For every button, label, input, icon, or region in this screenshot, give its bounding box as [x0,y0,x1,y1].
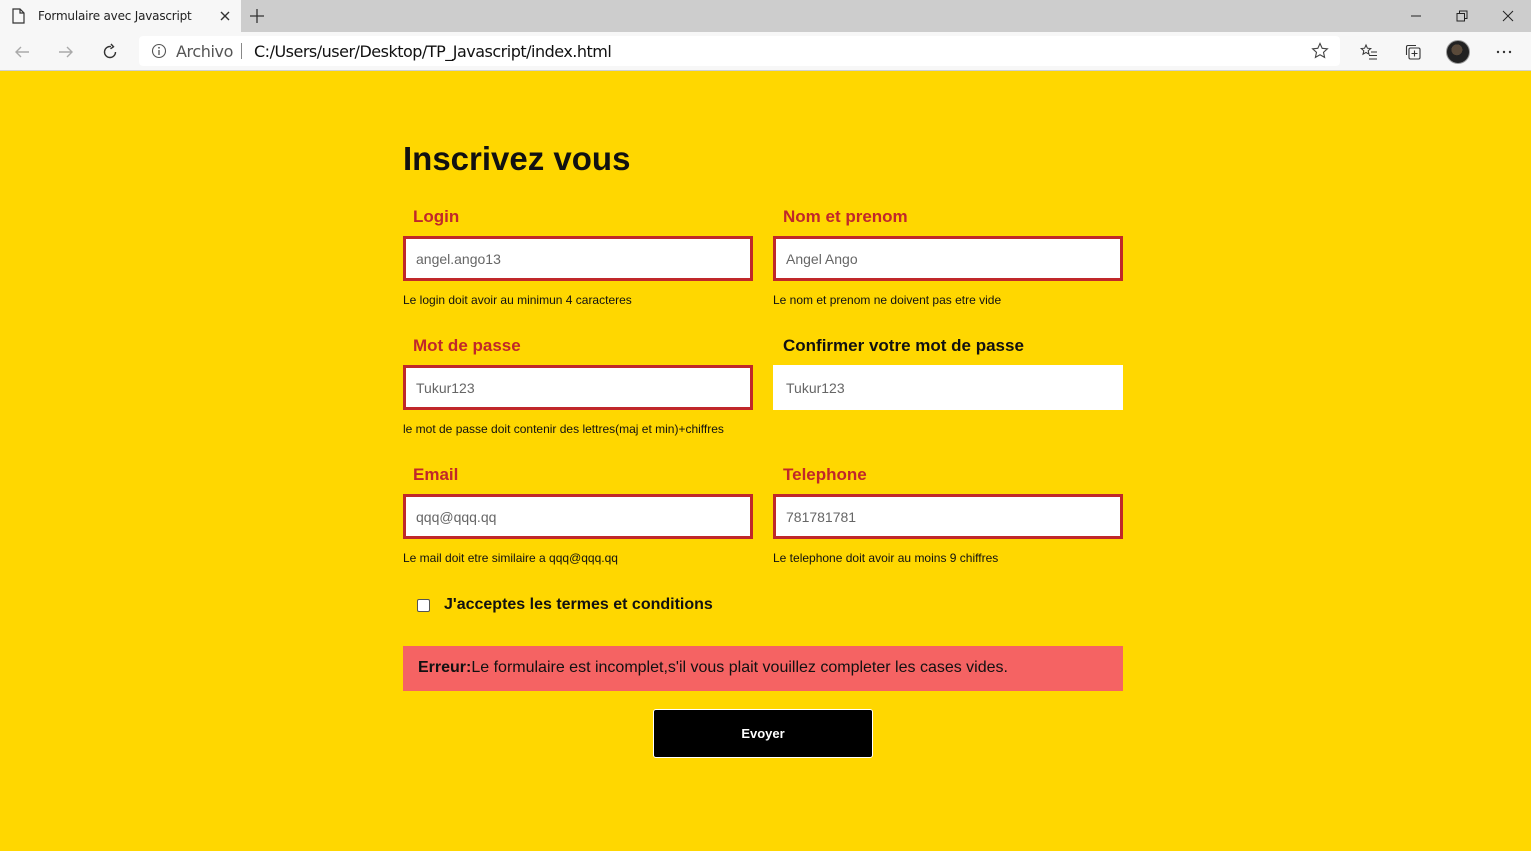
phone-hint: Le telephone doit avoir au moins 9 chiff… [773,551,999,565]
back-arrow-icon [15,46,29,58]
login-input[interactable] [403,236,753,281]
submit-button[interactable]: Evoyer [653,709,873,758]
error-message: Le formulaire est incomplet,s'il vous pl… [471,659,1008,676]
minimize-icon [1411,15,1421,17]
terms-row: J'acceptes les termes et conditions [417,596,713,614]
name-label: Nom et prenom [783,207,908,226]
security-label: Archivo [176,42,234,61]
url-divider [241,43,242,59]
name-input[interactable] [773,236,1123,281]
close-icon [1502,10,1514,22]
tab-strip: Formulaire avec Javascript [0,0,1531,32]
back-button[interactable] [10,40,34,64]
confirm-password-input[interactable] [773,365,1123,410]
browser-tab[interactable]: Formulaire avec Javascript [0,0,241,32]
email-input[interactable] [403,494,753,539]
url-text[interactable]: C:/Users/user/Desktop/TP_Javascript/inde… [254,42,612,61]
restore-icon [1456,10,1468,22]
info-icon[interactable] [151,43,167,59]
password-input[interactable] [403,365,753,410]
phone-input[interactable] [773,494,1123,539]
page-icon [12,8,25,24]
favorite-star-icon[interactable] [1311,42,1329,60]
minimize-button[interactable] [1393,0,1439,32]
terms-checkbox[interactable] [417,598,430,612]
password-label: Mot de passe [413,336,521,355]
favorites-button[interactable] [1357,40,1381,64]
login-label: Login [413,207,460,226]
phone-label: Telephone [783,465,867,484]
terms-label[interactable]: J'acceptes les termes et conditions [444,596,713,614]
profile-avatar[interactable] [1446,40,1470,64]
restore-button[interactable] [1439,0,1485,32]
confirm-password-label: Confirmer votre mot de passe [783,336,1024,355]
email-label: Email [413,465,459,484]
close-tab-icon[interactable] [217,8,233,24]
collections-button[interactable] [1401,40,1425,64]
close-window-button[interactable] [1485,0,1531,32]
error-prefix: Erreur: [418,659,472,676]
email-hint: Le mail doit etre similaire a qqq@qqq.qq [403,551,618,565]
collections-icon [1405,44,1421,60]
forward-button[interactable] [54,40,78,64]
reload-icon [103,43,117,59]
error-message-box: Erreur:Le formulaire est incomplet,s'il … [403,646,1123,691]
more-options-icon [1496,50,1512,54]
forward-arrow-icon [59,46,73,58]
page-title: Inscrivez vous [403,140,631,177]
reload-button[interactable] [98,40,122,64]
password-hint: le mot de passe doit contenir des lettre… [403,422,724,436]
toolbar: Archivo C:/Users/user/Desktop/TP_Javascr… [0,32,1531,71]
address-field[interactable]: Archivo C:/Users/user/Desktop/TP_Javascr… [139,36,1340,66]
name-hint: Le nom et prenom ne doivent pas etre vid… [773,293,1002,307]
new-tab-icon[interactable] [248,7,266,25]
favorites-list-icon [1360,43,1377,60]
settings-menu-button[interactable] [1492,40,1516,64]
login-hint: Le login doit avoir au minimun 4 caracte… [403,293,632,307]
tab-title: Formulaire avec Javascript [38,9,192,23]
